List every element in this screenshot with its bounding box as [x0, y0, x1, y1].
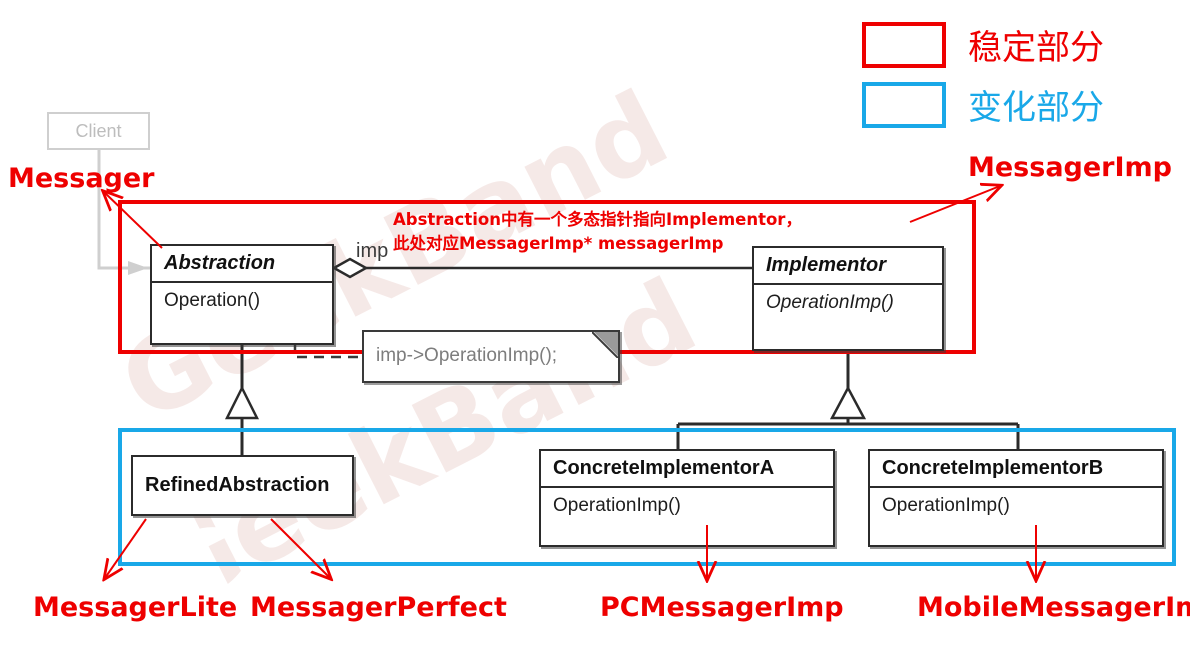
- class-box-client[interactable]: Client: [47, 112, 150, 150]
- note-fold-line-icon: [592, 332, 618, 358]
- class-op-abstraction-operation: Operation(): [164, 290, 261, 311]
- refined-generalization-triangle: [224, 385, 260, 420]
- class-name-concrete-implementor-b: ConcreteImplementorB: [882, 457, 1104, 479]
- annotation-line-2: 此处对应MessagerImp* messagerImp: [393, 233, 724, 253]
- class-op-concrete-implementor-a: OperationImp(): [553, 495, 681, 516]
- label-messager-perfect: MessagerPerfect: [250, 592, 507, 623]
- legend-swatch-variable: [862, 82, 946, 128]
- class-name-client: Client: [75, 120, 122, 141]
- class-box-implementor[interactable]: Implementor OperationImp(): [752, 246, 944, 351]
- label-mobile-messager-imp: MobileMessagerImp: [917, 592, 1190, 623]
- class-box-concrete-implementor-a[interactable]: ConcreteImplementorA OperationImp(): [539, 449, 835, 547]
- annotation-line-1: Abstraction中有一个多态指针指向Implementor，: [393, 210, 802, 229]
- association-role-label-imp: imp: [356, 240, 389, 262]
- label-messager: Messager: [8, 163, 155, 194]
- class-op-concrete-implementor-b: OperationImp(): [882, 495, 1010, 516]
- legend-label-variable: 变化部分: [968, 88, 1104, 128]
- annotation-pointer-note: Abstraction中有一个多态指针指向Implementor， 此处对应Me…: [393, 208, 802, 256]
- label-messager-imp: MessagerImp: [968, 152, 1173, 183]
- class-box-refined-abstraction[interactable]: RefinedAbstraction: [131, 455, 354, 516]
- class-name-refined-abstraction: RefinedAbstraction: [145, 474, 330, 496]
- class-name-abstraction: Abstraction: [164, 252, 276, 274]
- class-op-implementor-operationimp: OperationImp(): [766, 292, 894, 313]
- class-box-abstraction[interactable]: Abstraction Operation(): [150, 244, 334, 345]
- class-name-concrete-implementor-a: ConcreteImplementorA: [553, 457, 775, 479]
- legend-label-stable: 稳定部分: [968, 28, 1104, 68]
- label-pc-messager-imp: PCMessagerImp: [600, 592, 844, 623]
- note-box-operation-imp[interactable]: imp->OperationImp();: [362, 330, 620, 383]
- implementor-generalization-triangle: [829, 385, 867, 420]
- diagram-canvas: GeekBand GeekBand Client Abstraction Ope…: [0, 0, 1190, 645]
- class-box-concrete-implementor-b[interactable]: ConcreteImplementorB OperationImp(): [868, 449, 1164, 547]
- label-messager-lite: MessagerLite: [33, 592, 238, 623]
- legend-swatch-stable: [862, 22, 946, 68]
- note-text: imp->OperationImp();: [376, 345, 558, 366]
